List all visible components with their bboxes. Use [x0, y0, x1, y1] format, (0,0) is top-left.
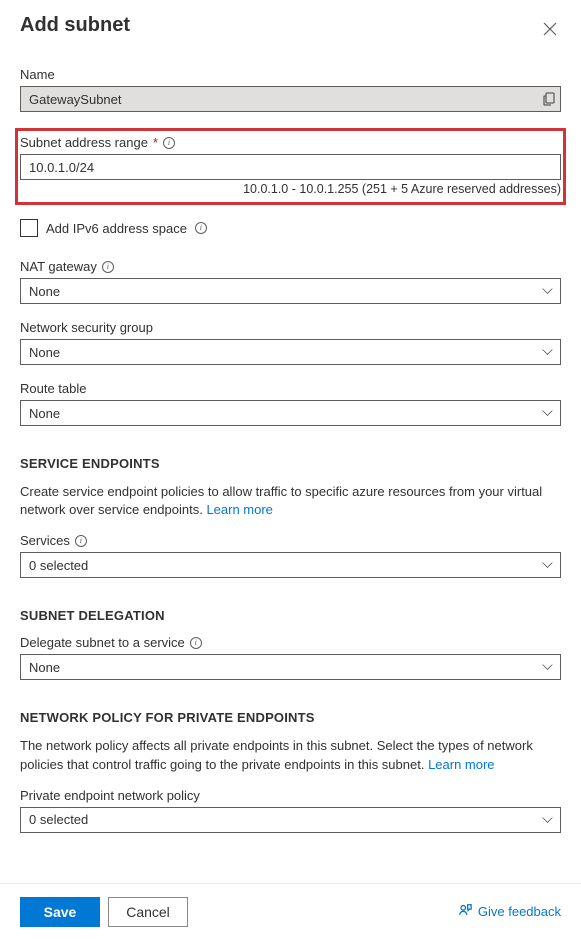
nsg-select-wrap: None [20, 339, 561, 365]
private-endpoint-policy-select[interactable]: 0 selected [20, 807, 561, 833]
ipv6-checkbox[interactable] [20, 219, 38, 237]
service-endpoints-heading: SERVICE ENDPOINTS [20, 456, 561, 471]
services-label-row: Services i [20, 533, 561, 548]
delegation-label: Delegate subnet to a service [20, 635, 185, 650]
nsg-select[interactable]: None [20, 339, 561, 365]
name-label: Name [20, 67, 561, 82]
info-icon[interactable]: i [195, 222, 207, 234]
panel-footer: Save Cancel Give feedback [0, 883, 581, 939]
required-asterisk: * [153, 135, 158, 150]
nat-gateway-label-row: NAT gateway i [20, 259, 561, 274]
address-range-input[interactable] [20, 154, 561, 180]
ipv6-row: Add IPv6 address space i [20, 219, 561, 237]
learn-more-link[interactable]: Learn more [428, 757, 494, 772]
address-range-label: Subnet address range [20, 135, 148, 150]
address-range-highlight: Subnet address range * i 10.0.1.0 - 10.0… [15, 128, 566, 205]
save-button[interactable]: Save [20, 897, 100, 927]
route-table-select-wrap: None [20, 400, 561, 426]
nat-gateway-label: NAT gateway [20, 259, 97, 274]
panel-title: Add subnet [20, 14, 130, 37]
delegation-select[interactable]: None [20, 654, 561, 680]
route-table-select[interactable]: None [20, 400, 561, 426]
private-endpoint-policy-select-wrap: 0 selected [20, 807, 561, 833]
services-label: Services [20, 533, 70, 548]
name-field: Name [20, 67, 561, 112]
services-select-wrap: 0 selected [20, 552, 561, 578]
close-button[interactable] [539, 18, 561, 43]
nsg-field: Network security group None [20, 320, 561, 365]
delegation-label-row: Delegate subnet to a service i [20, 635, 561, 650]
route-table-label: Route table [20, 381, 561, 396]
address-range-field: Subnet address range * i 10.0.1.0 - 10.0… [20, 135, 561, 196]
give-feedback-text: Give feedback [478, 904, 561, 919]
panel-header: Add subnet [20, 14, 561, 43]
delegation-heading: SUBNET DELEGATION [20, 608, 561, 623]
nat-gateway-select[interactable]: None [20, 278, 561, 304]
info-icon[interactable]: i [102, 261, 114, 273]
delegation-field: Delegate subnet to a service i None [20, 635, 561, 680]
services-select[interactable]: 0 selected [20, 552, 561, 578]
info-icon[interactable]: i [163, 137, 175, 149]
private-endpoint-policy-field: Private endpoint network policy 0 select… [20, 788, 561, 833]
name-input-wrap [20, 86, 561, 112]
nat-gateway-field: NAT gateway i None [20, 259, 561, 304]
close-icon [543, 24, 557, 39]
ipv6-label: Add IPv6 address space [46, 221, 187, 236]
private-endpoint-policy-label: Private endpoint network policy [20, 788, 561, 803]
feedback-icon [458, 903, 472, 920]
info-icon[interactable]: i [75, 535, 87, 547]
cancel-button[interactable]: Cancel [108, 897, 188, 927]
nat-gateway-select-wrap: None [20, 278, 561, 304]
private-endpoints-desc-row: The network policy affects all private e… [20, 737, 561, 773]
private-endpoints-heading: NETWORK POLICY FOR PRIVATE ENDPOINTS [20, 710, 561, 725]
name-input[interactable] [20, 86, 561, 112]
copy-icon[interactable] [543, 92, 555, 106]
give-feedback-link[interactable]: Give feedback [458, 903, 561, 920]
address-range-label-row: Subnet address range * i [20, 135, 561, 150]
learn-more-link[interactable]: Learn more [206, 502, 272, 517]
panel-body: Add subnet Name Subnet address range * i… [0, 0, 581, 883]
info-icon[interactable]: i [190, 637, 202, 649]
route-table-field: Route table None [20, 381, 561, 426]
service-endpoints-desc: Create service endpoint policies to allo… [20, 484, 542, 517]
nsg-label: Network security group [20, 320, 561, 335]
delegation-select-wrap: None [20, 654, 561, 680]
services-field: Services i 0 selected [20, 533, 561, 578]
address-range-helper: 10.0.1.0 - 10.0.1.255 (251 + 5 Azure res… [20, 182, 561, 196]
service-endpoints-desc-row: Create service endpoint policies to allo… [20, 483, 561, 519]
